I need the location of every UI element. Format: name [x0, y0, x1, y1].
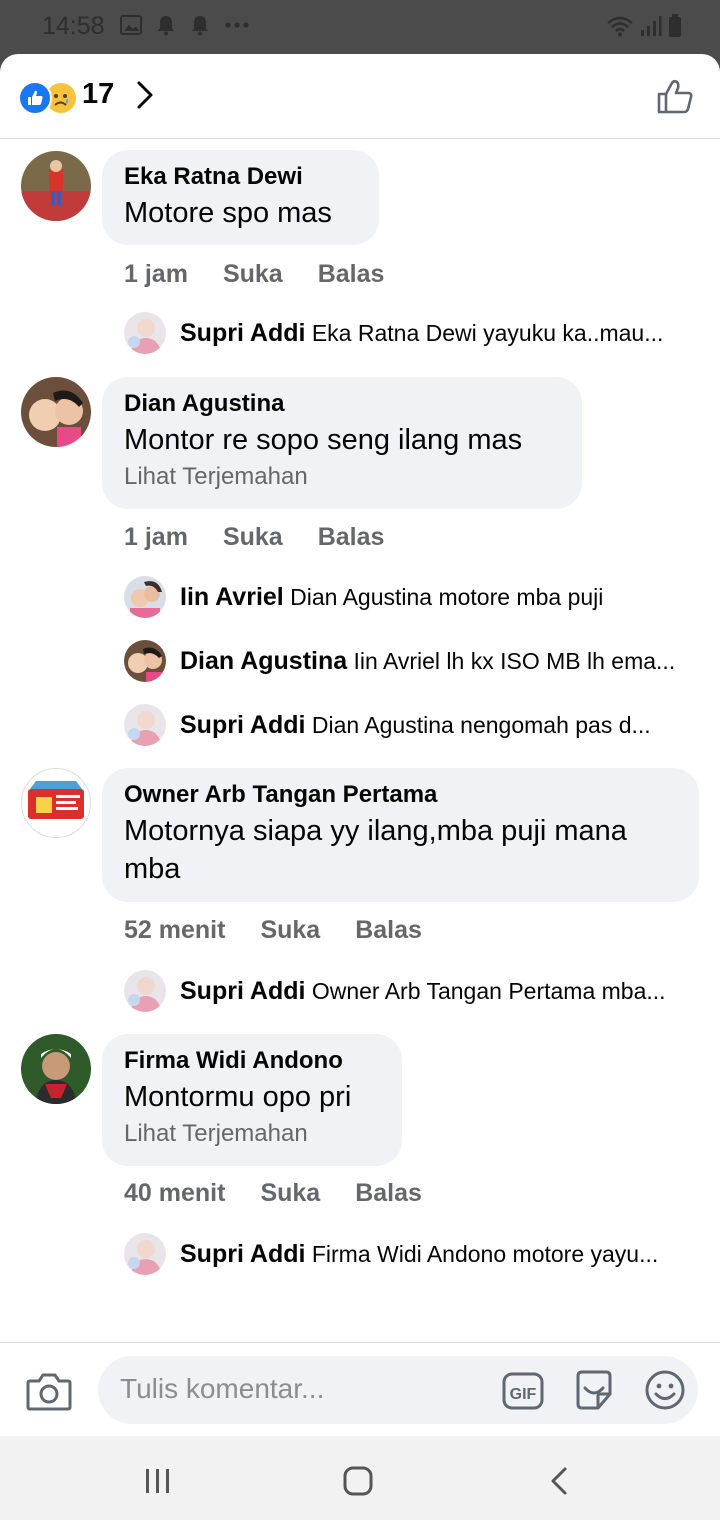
- see-translation-link[interactable]: Lihat Terjemahan: [124, 1118, 380, 1150]
- status-bar: 14:58: [0, 0, 720, 56]
- comment-time: 1 jam: [124, 523, 188, 551]
- comment-time: 40 menit: [124, 1179, 226, 1207]
- like-comment-button[interactable]: Suka: [260, 916, 320, 945]
- reply-preview[interactable]: Supri Addi Eka Ratna Dewi yayuku ka..mau…: [124, 312, 690, 354]
- reply-author: Supri Addi: [180, 710, 306, 739]
- battery-icon: [669, 14, 681, 37]
- avatar-supri-addi: [124, 312, 166, 354]
- like-comment-button[interactable]: Suka: [223, 523, 283, 552]
- reply-text: Dian Agustina motore mba puji: [290, 583, 604, 610]
- reply-preview[interactable]: Dian Agustina Iin Avriel lh kx ISO MB lh…: [124, 640, 690, 682]
- see-translation-link[interactable]: Lihat Terjemahan: [124, 461, 560, 493]
- comment-text: Motore spo mas: [124, 197, 332, 229]
- reply-text: Owner Arb Tangan Pertama mba...: [311, 977, 666, 1004]
- reply-author: Supri Addi: [180, 318, 306, 347]
- reply-button[interactable]: Balas: [318, 523, 385, 552]
- like-comment-button[interactable]: Suka: [260, 1179, 320, 1208]
- comment-composer: Tulis komentar... GIF: [0, 1342, 720, 1436]
- gif-icon[interactable]: GIF: [502, 1370, 544, 1412]
- notification-icons: [120, 14, 250, 36]
- reply-button[interactable]: Balas: [355, 916, 422, 945]
- avatar-supri-addi: [124, 1233, 166, 1275]
- reply-author: Dian Agustina: [180, 646, 348, 675]
- gallery-icon: [120, 15, 142, 35]
- comment-actions: 1 jam Suka Balas: [124, 260, 384, 289]
- comment-actions: 1 jam Suka Balas: [124, 523, 384, 552]
- status-time: 14:58: [42, 12, 105, 40]
- reply-preview[interactable]: Supri Addi Dian Agustina nengomah pas d.…: [124, 704, 690, 746]
- signal-icon: [641, 16, 662, 36]
- reply-author: Iin Avriel: [180, 582, 284, 611]
- emoji-icon[interactable]: [644, 1369, 686, 1411]
- comment-author[interactable]: Owner Arb Tangan Pertama: [124, 780, 677, 810]
- svg-text:GIF: GIF: [510, 1386, 537, 1403]
- reply-button[interactable]: Balas: [318, 260, 385, 289]
- comment-actions: 52 menit Suka Balas: [124, 916, 422, 945]
- avatar-owner-arb-tangan-pertama[interactable]: [21, 768, 91, 838]
- reply-text: Firma Widi Andono motore yayu...: [311, 1240, 659, 1267]
- thumbs-up-icon[interactable]: [656, 78, 694, 116]
- back-icon[interactable]: [548, 1466, 570, 1496]
- comment-actions: 40 menit Suka Balas: [124, 1179, 422, 1208]
- comment-author[interactable]: Dian Agustina: [124, 389, 560, 419]
- reaction-count: 17: [82, 78, 115, 110]
- reply-preview[interactable]: Supri Addi Owner Arb Tangan Pertama mba.…: [124, 970, 690, 1012]
- reply-button[interactable]: Balas: [355, 1179, 422, 1208]
- avatar-firma-widi-andono[interactable]: [21, 1034, 91, 1104]
- comment-text: Motornya siapa yy ilang,mba puji mana mb…: [124, 815, 627, 885]
- comment-text: Montor re sopo seng ilang mas: [124, 424, 523, 456]
- comment-input[interactable]: Tulis komentar... GIF: [98, 1356, 698, 1424]
- avatar-dian-agustina[interactable]: [21, 377, 91, 447]
- system-icons: [606, 14, 682, 38]
- comment-author[interactable]: Eka Ratna Dewi: [124, 162, 357, 192]
- comment-bubble[interactable]: Firma Widi Andono Montormu opo pri Lihat…: [102, 1034, 402, 1166]
- like-comment-button[interactable]: Suka: [223, 260, 283, 289]
- comments-sheet: 17 Eka Ratna Dewi Motore spo mas 1 jam S…: [0, 54, 720, 1436]
- home-icon[interactable]: [343, 1466, 373, 1496]
- comment-author[interactable]: Firma Widi Andono: [124, 1046, 380, 1076]
- comment-bubble[interactable]: Eka Ratna Dewi Motore spo mas: [102, 150, 379, 245]
- reply-author: Supri Addi: [180, 1239, 306, 1268]
- comment-bubble[interactable]: Owner Arb Tangan Pertama Motornya siapa …: [102, 768, 699, 902]
- comment-time: 52 menit: [124, 916, 226, 944]
- reply-preview[interactable]: Iin Avriel Dian Agustina motore mba puji: [124, 576, 690, 618]
- chevron-right-icon: [137, 81, 153, 109]
- comment-time: 1 jam: [124, 260, 188, 288]
- reply-text: Eka Ratna Dewi yayuku ka..mau...: [311, 319, 664, 346]
- reply-text: Iin Avriel lh kx ISO MB lh ema...: [353, 647, 676, 674]
- avatar-supri-addi: [124, 970, 166, 1012]
- reply-preview[interactable]: Supri Addi Firma Widi Andono motore yayu…: [124, 1233, 690, 1275]
- wifi-icon: [607, 16, 633, 37]
- avatar-iin-avriel: [124, 576, 166, 618]
- bell-icon: [158, 16, 174, 36]
- system-nav-bar: [0, 1436, 720, 1520]
- reply-text: Dian Agustina nengomah pas d...: [311, 711, 651, 738]
- recent-apps-icon[interactable]: [144, 1468, 172, 1494]
- sticker-icon[interactable]: [572, 1368, 616, 1412]
- avatar-eka-ratna-dewi[interactable]: [21, 151, 91, 221]
- reactions-header: 17: [0, 54, 720, 139]
- avatar-dian-agustina: [124, 640, 166, 682]
- reply-author: Supri Addi: [180, 976, 306, 1005]
- comment-bubble[interactable]: Dian Agustina Montor re sopo seng ilang …: [102, 377, 582, 509]
- like-reaction-icon: [18, 81, 52, 115]
- camera-icon[interactable]: [26, 1371, 72, 1411]
- bell-icon: [192, 16, 208, 36]
- comment-text: Montormu opo pri: [124, 1081, 352, 1113]
- comment-input-placeholder: Tulis komentar...: [120, 1373, 325, 1404]
- more-notifications-icon: [225, 22, 249, 28]
- avatar-supri-addi: [124, 704, 166, 746]
